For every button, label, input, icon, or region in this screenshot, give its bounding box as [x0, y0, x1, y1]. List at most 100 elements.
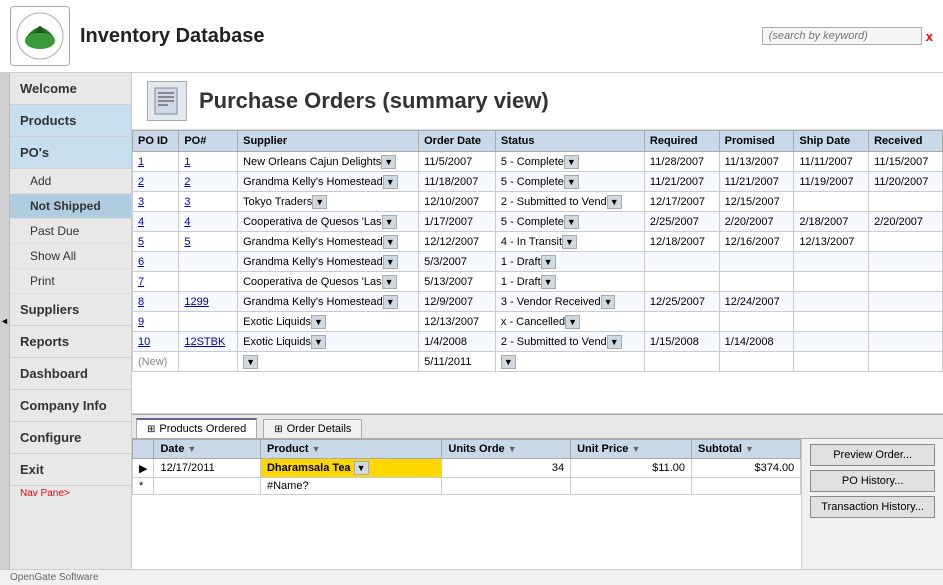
- cell-order-date: 1/4/2008: [419, 332, 496, 352]
- sub-col-date[interactable]: Date ▼: [154, 440, 261, 459]
- status-dropdown-btn[interactable]: ▼: [601, 295, 616, 309]
- col-ship-date[interactable]: Ship Date: [794, 131, 869, 152]
- sidebar-item-exit[interactable]: Exit: [10, 454, 131, 486]
- col-status[interactable]: Status: [495, 131, 644, 152]
- po-id-link[interactable]: 4: [138, 216, 144, 228]
- po-num-link[interactable]: 1299: [184, 296, 208, 308]
- supplier-dropdown-btn[interactable]: ▼: [311, 335, 326, 349]
- cell-supplier: Tokyo Traders▼: [238, 192, 419, 212]
- po-num-link[interactable]: 2: [184, 176, 190, 188]
- main-table-container[interactable]: PO ID PO# Supplier Order Date Status Req…: [132, 130, 943, 414]
- sidebar-item-dashboard[interactable]: Dashboard: [10, 358, 131, 390]
- cell-po-id[interactable]: 5: [133, 232, 179, 252]
- sub-row-select[interactable]: ▶: [133, 459, 154, 478]
- supplier-dropdown-btn[interactable]: ▼: [383, 255, 398, 269]
- status-dropdown-btn[interactable]: ▼: [607, 195, 622, 209]
- tab-products-ordered[interactable]: ⊞ Products Ordered: [136, 418, 257, 438]
- col-received[interactable]: Received: [869, 131, 943, 152]
- po-id-link[interactable]: 7: [138, 276, 144, 288]
- col-po-num[interactable]: PO#: [179, 131, 238, 152]
- supplier-dropdown-btn[interactable]: ▼: [311, 315, 326, 329]
- po-id-link[interactable]: 5: [138, 236, 144, 248]
- sidebar-sub-past-due[interactable]: Past Due: [10, 219, 131, 244]
- sidebar-item-configure[interactable]: Configure: [10, 422, 131, 454]
- sidebar-item-suppliers[interactable]: Suppliers: [10, 294, 131, 326]
- main-table: PO ID PO# Supplier Order Date Status Req…: [132, 130, 943, 372]
- cell-supplier: Grandma Kelly's Homestead▼: [238, 232, 419, 252]
- cell-po-id[interactable]: 7: [133, 272, 179, 292]
- status-dropdown-btn[interactable]: ▼: [607, 335, 622, 349]
- status-dropdown-btn[interactable]: ▼: [564, 175, 579, 189]
- preview-order-button[interactable]: Preview Order...: [810, 444, 935, 466]
- supplier-dropdown-btn[interactable]: ▼: [382, 215, 397, 229]
- search-clear-button[interactable]: x: [926, 29, 933, 44]
- sub-col-subtotal[interactable]: Subtotal ▼: [691, 440, 800, 459]
- cell-po-id[interactable]: 6: [133, 252, 179, 272]
- sub-table-row: ▶ 12/17/2011 Dharamsala Tea ▼ 34 $11.00 …: [133, 459, 801, 478]
- col-po-id[interactable]: PO ID: [133, 131, 179, 152]
- status-dropdown-btn[interactable]: ▼: [501, 355, 516, 369]
- cell-po-id[interactable]: 3: [133, 192, 179, 212]
- sub-table-area[interactable]: Date ▼ Product ▼ Units Orde ▼ Unit Price…: [132, 439, 801, 569]
- sidebar-sub-print[interactable]: Print: [10, 269, 131, 294]
- col-promised[interactable]: Promised: [719, 131, 794, 152]
- sub-col-unit-price[interactable]: Unit Price ▼: [571, 440, 692, 459]
- po-id-link[interactable]: 8: [138, 296, 144, 308]
- col-required[interactable]: Required: [644, 131, 719, 152]
- cell-po-id[interactable]: 4: [133, 212, 179, 232]
- po-id-link[interactable]: 1: [138, 156, 144, 168]
- cell-po-id[interactable]: 8: [133, 292, 179, 312]
- col-order-date[interactable]: Order Date: [419, 131, 496, 152]
- status-dropdown-btn[interactable]: ▼: [564, 155, 579, 169]
- sub-cell-product[interactable]: Dharamsala Tea ▼: [260, 459, 441, 478]
- supplier-dropdown-btn[interactable]: ▼: [383, 175, 398, 189]
- po-num-link[interactable]: 3: [184, 196, 190, 208]
- po-id-link[interactable]: 2: [138, 176, 144, 188]
- col-supplier[interactable]: Supplier: [238, 131, 419, 152]
- sub-col-units[interactable]: Units Orde ▼: [442, 440, 571, 459]
- cell-po-id[interactable]: 1: [133, 152, 179, 172]
- table-row: 6Grandma Kelly's Homestead▼5/3/20071 - D…: [133, 252, 943, 272]
- po-id-link[interactable]: 9: [138, 316, 144, 328]
- table-row: 44Cooperativa de Quesos 'Las▼1/17/20075 …: [133, 212, 943, 232]
- supplier-dropdown-btn[interactable]: ▼: [382, 275, 397, 289]
- po-id-link[interactable]: 10: [138, 336, 150, 348]
- po-num-link[interactable]: 12STBK: [184, 336, 225, 348]
- status-dropdown-btn[interactable]: ▼: [541, 275, 556, 289]
- sidebar-sub-add[interactable]: Add: [10, 169, 131, 194]
- po-history-button[interactable]: PO History...: [810, 470, 935, 492]
- cell-po-id[interactable]: 9: [133, 312, 179, 332]
- supplier-dropdown-btn[interactable]: ▼: [243, 355, 258, 369]
- sidebar-item-products[interactable]: Products: [10, 105, 131, 137]
- po-id-link[interactable]: 3: [138, 196, 144, 208]
- sidebar-sub-show-all[interactable]: Show All: [10, 244, 131, 269]
- sub-col-product[interactable]: Product ▼: [260, 440, 441, 459]
- status-dropdown-btn[interactable]: ▼: [564, 215, 579, 229]
- po-num-link[interactable]: 1: [184, 156, 190, 168]
- status-dropdown-btn[interactable]: ▼: [562, 235, 577, 249]
- supplier-dropdown-btn[interactable]: ▼: [381, 155, 396, 169]
- product-dropdown-btn[interactable]: ▼: [354, 461, 369, 475]
- sidebar-item-company-info[interactable]: Company Info: [10, 390, 131, 422]
- sidebar-item-welcome[interactable]: Welcome: [10, 73, 131, 105]
- supplier-dropdown-btn[interactable]: ▼: [383, 295, 398, 309]
- cell-po-id[interactable]: 10: [133, 332, 179, 352]
- sidebar-collapse-button[interactable]: ◄: [0, 73, 10, 569]
- po-num-link[interactable]: 5: [184, 236, 190, 248]
- sidebar-sub-not-shipped[interactable]: Not Shipped: [10, 194, 131, 219]
- cell-po-id[interactable]: 2: [133, 172, 179, 192]
- cell-po-id[interactable]: (New): [133, 352, 179, 372]
- sidebar-item-pos[interactable]: PO's: [10, 137, 131, 169]
- tab-order-details[interactable]: ⊞ Order Details: [263, 419, 362, 438]
- page-header: Purchase Orders (summary view): [132, 73, 943, 130]
- search-input[interactable]: [762, 27, 922, 45]
- po-num-link[interactable]: 4: [184, 216, 190, 228]
- status-dropdown-btn[interactable]: ▼: [565, 315, 580, 329]
- po-id-link[interactable]: 6: [138, 256, 144, 268]
- transaction-history-button[interactable]: Transaction History...: [810, 496, 935, 518]
- bottom-content: Date ▼ Product ▼ Units Orde ▼ Unit Price…: [132, 439, 943, 569]
- sidebar-item-reports[interactable]: Reports: [10, 326, 131, 358]
- supplier-dropdown-btn[interactable]: ▼: [383, 235, 398, 249]
- status-dropdown-btn[interactable]: ▼: [541, 255, 556, 269]
- supplier-dropdown-btn[interactable]: ▼: [312, 195, 327, 209]
